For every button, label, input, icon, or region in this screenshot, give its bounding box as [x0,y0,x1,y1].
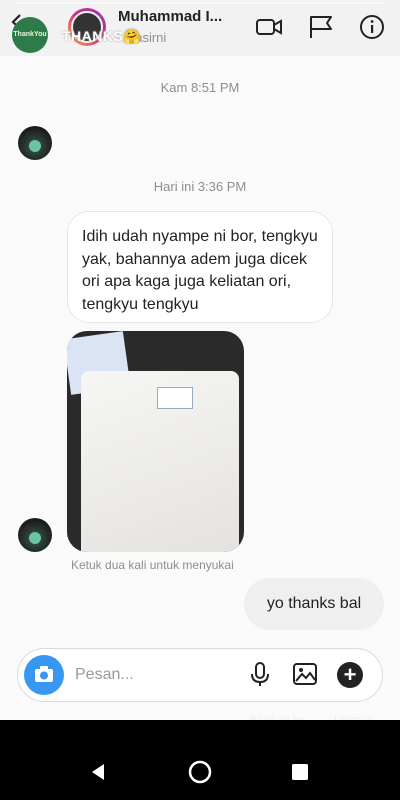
add-icon[interactable]: + [337,662,363,688]
shared-photo[interactable] [67,331,244,552]
outgoing-message-bubble[interactable]: yo thanks bal [244,578,384,630]
double-tap-hint: Ketuk dua kali untuk menyukai [71,558,234,572]
nav-recents-icon[interactable] [290,762,310,787]
incoming-message-bubble[interactable]: Idih udah nyampe ni bor, tengkyu yak, ba… [67,211,333,323]
flag-icon[interactable] [307,14,335,40]
avatar[interactable] [18,518,52,552]
timestamp: Hari ini 3:36 PM [153,179,247,194]
nav-back-icon[interactable] [88,762,108,787]
camera-icon[interactable] [24,655,64,695]
story-progress-bar [16,2,384,4]
sticker-overlay: THANKS🤗 [62,28,142,44]
video-call-icon[interactable] [255,14,283,40]
avatar[interactable] [18,126,52,160]
info-icon[interactable] [359,14,387,40]
nav-home-icon[interactable] [187,759,213,790]
shirt-tag [157,387,193,409]
gallery-icon[interactable] [291,660,319,688]
chat-username[interactable]: Muhammad I... [118,8,222,25]
message-composer[interactable] [17,648,383,702]
thank-you-badge: ThankYou [12,17,48,53]
microphone-icon[interactable] [246,660,274,688]
message-input[interactable]: Pesan... [75,666,134,684]
timestamp: Kam 8:51 PM [160,80,240,95]
